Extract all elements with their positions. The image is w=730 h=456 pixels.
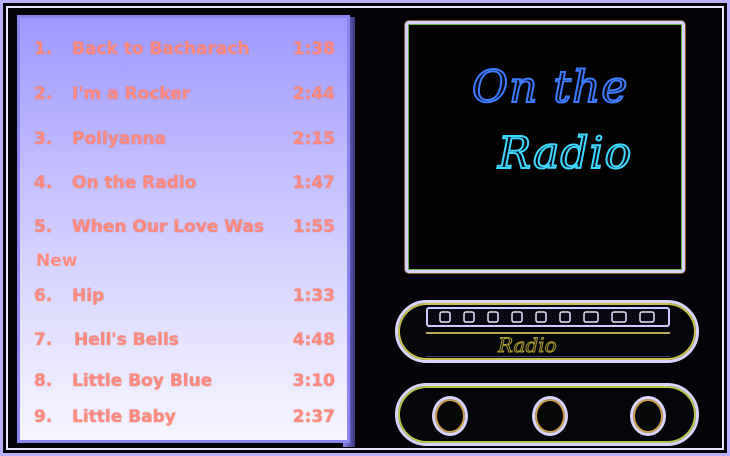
track-title: Back to Bacharach [72,39,250,59]
knob-left[interactable] [432,396,468,436]
track-duration: 3:10 [292,371,335,391]
track-row[interactable]: 2. I'm a Rocker 2:44 [20,79,347,109]
track-row[interactable]: 3. Pollyanna 2:15 [20,124,347,154]
track-title: Hip [72,286,105,306]
track-duration: 1:38 [292,39,335,59]
track-number: 4. [34,173,53,193]
radio-tuner-dial: Radio [395,300,699,363]
tracklist-panel: 1. Back to Bacharach 1:38 2. I'm a Rocke… [17,15,350,443]
track-number: 2. [34,84,53,104]
track-row[interactable]: 7. Hell's Bells 4:48 [20,325,347,355]
dial-marks-icon [439,311,655,323]
track-number: 9. [34,407,53,427]
track-number: 8. [34,371,53,391]
track-duration: 1:55 [292,217,335,237]
track-title: When Our Love Was [72,217,265,237]
track-number: 7. [34,330,53,350]
frequency-band [426,307,670,327]
knob-right[interactable] [630,396,666,436]
knob-panel [395,383,699,446]
track-title: I'm a Rocker [72,84,191,104]
track-duration: 2:44 [292,84,335,104]
track-number: 1. [34,39,53,59]
track-duration: 4:48 [292,330,335,350]
track-number: 6. [34,286,53,306]
track-duration: 1:47 [292,173,335,193]
track-title: On the Radio [72,173,197,193]
screen-title-line2: Radio [497,127,633,180]
radio-screen: On the Radio [405,21,685,273]
screen-title-line1: On the [471,61,629,114]
track-row[interactable]: 8. Little Boy Blue 3:10 [20,366,347,396]
track-row[interactable]: 5. When Our Love Was 1:55 [20,212,347,242]
track-number: 3. [34,129,53,149]
track-row[interactable]: 1. Back to Bacharach 1:38 [20,34,347,64]
track-title-continued: New [36,251,78,271]
track-title: Hell's Bells [74,330,179,350]
track-duration: 1:33 [292,286,335,306]
track-duration: 2:37 [292,407,335,427]
track-title: Little Boy Blue [72,371,213,391]
track-row[interactable]: 6. Hip 1:33 [20,281,347,311]
knob-center[interactable] [532,396,568,436]
track-title: Little Baby [72,407,176,427]
app-frame: 1. Back to Bacharach 1:38 2. I'm a Rocke… [0,0,730,456]
track-number: 5. [34,217,53,237]
track-title: Pollyanna [72,129,167,149]
dial-label: Radio [498,333,558,358]
track-duration: 2:15 [292,129,335,149]
track-row[interactable]: 9. Little Baby 2:37 [20,402,347,432]
track-row[interactable]: 4. On the Radio 1:47 [20,168,347,198]
